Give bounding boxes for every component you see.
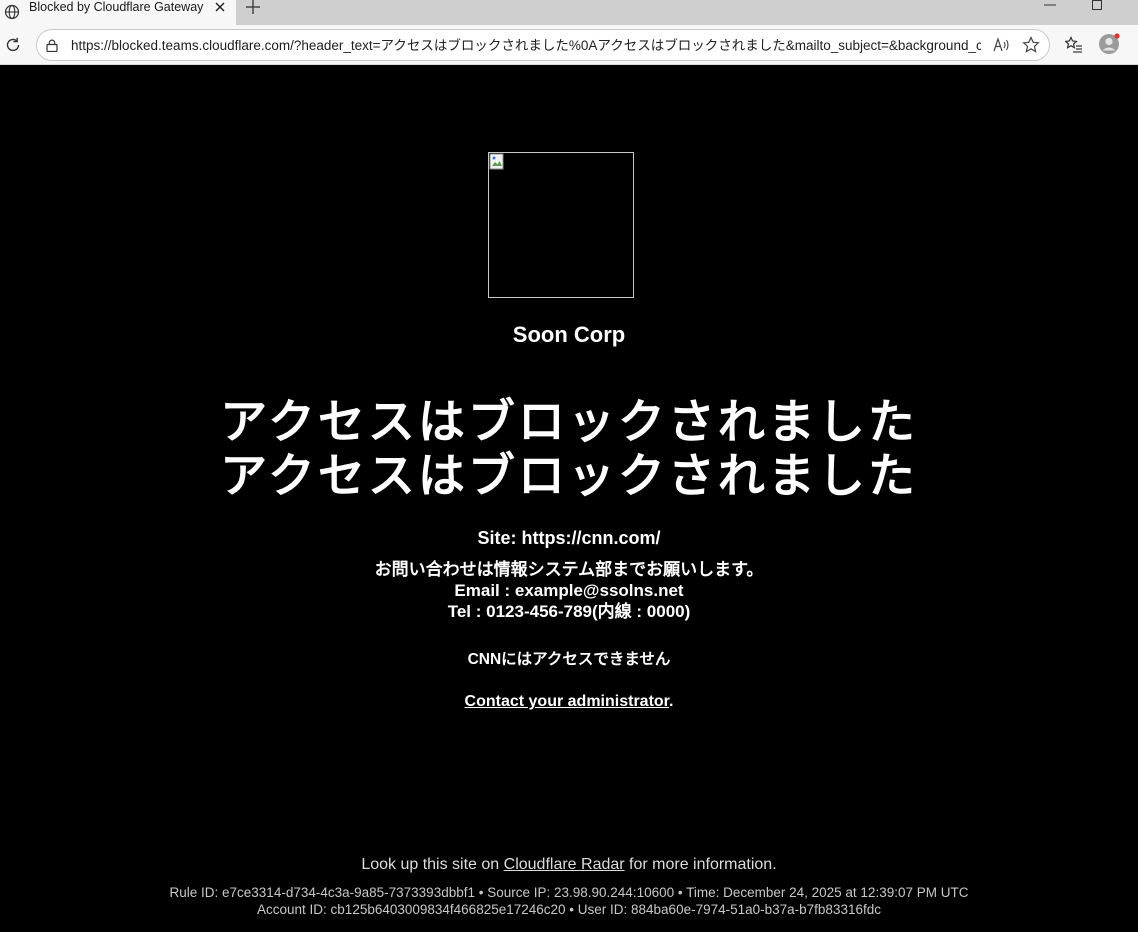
- url-text[interactable]: https://blocked.teams.cloudflare.com/?he…: [71, 38, 981, 54]
- favorite-star-icon[interactable]: [1022, 36, 1040, 54]
- maximize-icon[interactable]: [1092, 0, 1102, 10]
- read-aloud-icon[interactable]: [993, 37, 1011, 53]
- new-tab-icon[interactable]: [245, 0, 261, 14]
- profile-avatar-icon[interactable]: [1098, 33, 1120, 55]
- message-line-2: Email : example@ssolns.net: [454, 581, 684, 600]
- radar-suffix: for more information.: [624, 856, 777, 873]
- tab-strip: Blocked by Cloudflare Gateway: [0, 0, 1138, 25]
- broken-logo-image: [488, 152, 634, 298]
- globe-icon: [4, 4, 20, 20]
- account-details: Account ID: cb125b6403009834f466825e1724…: [257, 902, 881, 917]
- headline-line-1: アクセスはブロックされました: [220, 395, 918, 450]
- favorites-list-icon[interactable]: [1065, 36, 1083, 54]
- headline-line-2: アクセスはブロックされました: [220, 449, 918, 504]
- radar-prefix: Look up this site on: [361, 856, 504, 873]
- contact-admin-link[interactable]: Contact your administrator: [465, 693, 669, 710]
- block-message: お問い合わせは情報システム部までお願いします。 Email : example@…: [0, 559, 1138, 622]
- cnn-notice: CNNにはアクセスできません: [467, 651, 671, 668]
- blocked-site: Site: https://cnn.com/: [477, 528, 661, 548]
- request-details: Rule ID: e7ce3314-d734-4c3a-9a85-7373393…: [0, 884, 1138, 918]
- contact-line: Contact your administrator.: [0, 693, 1138, 711]
- lock-icon[interactable]: [46, 39, 58, 52]
- organization-name: Soon Corp: [512, 322, 626, 347]
- tab-title: Blocked by Cloudflare Gateway: [29, 0, 204, 14]
- broken-image-icon: [489, 153, 504, 170]
- reload-icon[interactable]: [4, 36, 22, 54]
- cloudflare-radar-link[interactable]: Cloudflare Radar: [504, 856, 625, 873]
- contact-suffix: .: [669, 693, 674, 710]
- browser-toolbar: https://blocked.teams.cloudflare.com/?he…: [0, 25, 1138, 65]
- address-bar[interactable]: https://blocked.teams.cloudflare.com/?he…: [36, 29, 1050, 61]
- minimize-icon[interactable]: [1044, 4, 1056, 6]
- block-headline: アクセスはブロックされました アクセスはブロックされました: [0, 396, 1138, 504]
- rule-details: Rule ID: e7ce3314-d734-4c3a-9a85-7373393…: [169, 885, 969, 900]
- message-line-3: Tel : 0123-456-789(内線 : 0000): [447, 602, 691, 621]
- block-page: Soon Corp アクセスはブロックされました アクセスはブロックされました …: [0, 66, 1138, 932]
- radar-line: Look up this site on Cloudflare Radar fo…: [0, 856, 1138, 874]
- tab-active[interactable]: Blocked by Cloudflare Gateway: [0, 0, 236, 25]
- close-icon[interactable]: [214, 1, 226, 13]
- message-line-1: お問い合わせは情報システム部までお願いします。: [374, 560, 764, 579]
